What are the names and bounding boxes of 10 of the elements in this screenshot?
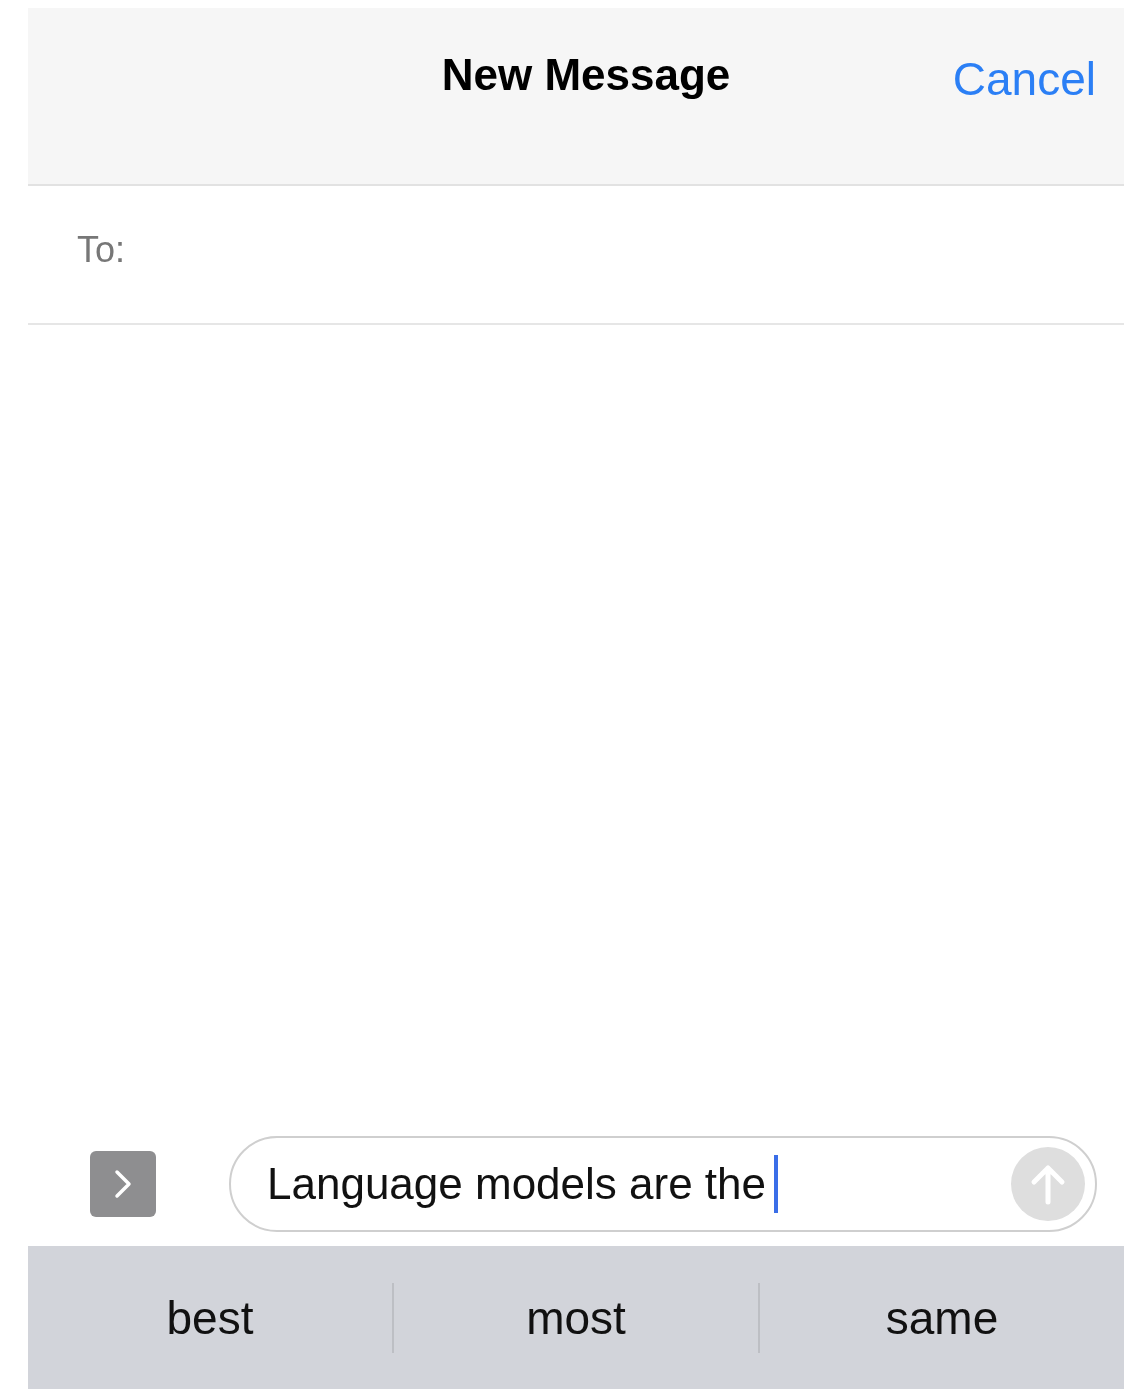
- suggestion-word[interactable]: same: [760, 1246, 1124, 1389]
- message-field[interactable]: Language models are the: [229, 1136, 1097, 1232]
- cancel-button[interactable]: Cancel: [952, 52, 1096, 106]
- suggestion-word[interactable]: best: [28, 1246, 392, 1389]
- recipient-label: To:: [77, 228, 126, 271]
- text-cursor: [774, 1155, 779, 1213]
- suggestion-word[interactable]: most: [394, 1246, 758, 1389]
- expand-button[interactable]: [90, 1151, 156, 1217]
- screen-title: New Message: [441, 50, 731, 100]
- message-text: Language models are the: [267, 1159, 767, 1209]
